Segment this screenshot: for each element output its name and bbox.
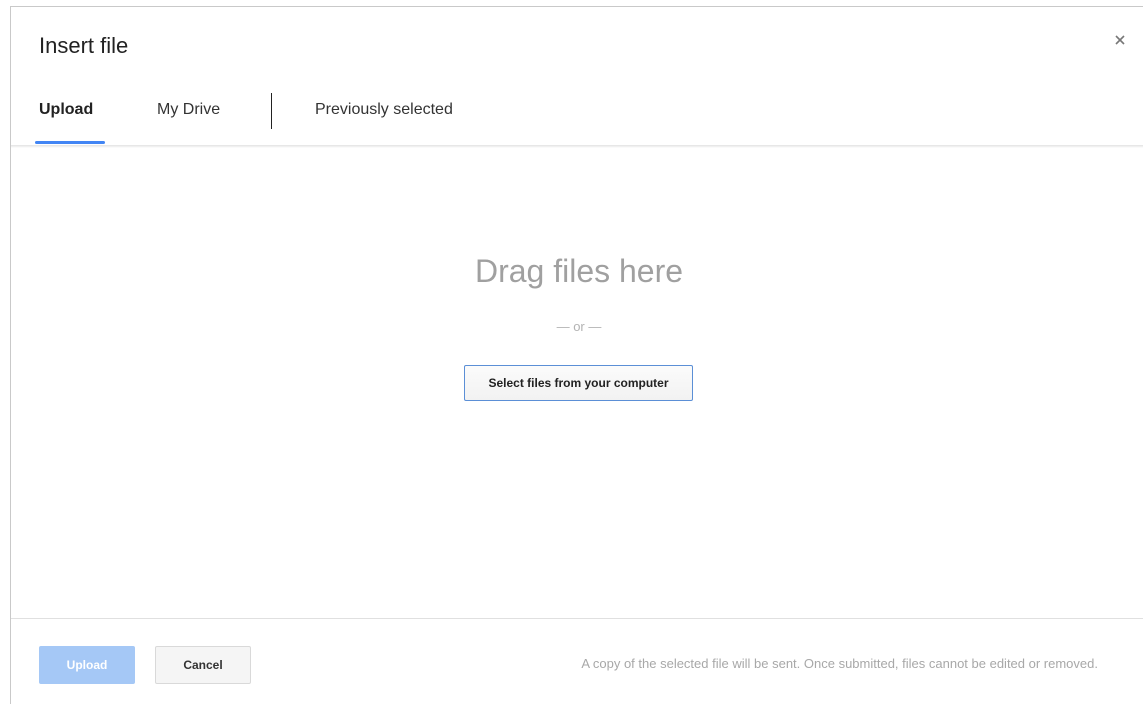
tab-previously-selected-label: Previously selected (315, 101, 453, 118)
close-button[interactable] (1113, 33, 1127, 47)
tab-previously-selected[interactable]: Previously selected (315, 101, 453, 119)
dialog-title: Insert file (39, 33, 129, 58)
tab-my-drive-label: My Drive (157, 101, 221, 118)
tab-bar-shadow (11, 145, 1143, 148)
close-icon (1115, 35, 1125, 45)
cancel-button[interactable]: Cancel (155, 646, 251, 684)
tab-divider (271, 93, 272, 129)
footer-note: A copy of the selected file will be sent… (581, 656, 1098, 671)
or-separator: — or — (556, 319, 602, 334)
tab-upload-label: Upload (39, 101, 94, 118)
insert-file-dialog: Insert file Upload My Drive Previously s… (10, 6, 1143, 704)
tab-upload[interactable]: Upload (39, 101, 93, 119)
active-tab-indicator (35, 141, 105, 144)
footer-divider (11, 618, 1143, 619)
select-files-button[interactable]: Select files from your computer (464, 365, 693, 401)
tab-bar: Upload My Drive Previously selected (11, 93, 1143, 145)
drag-files-heading: Drag files here (474, 253, 684, 289)
upload-button[interactable]: Upload (39, 646, 135, 684)
tab-my-drive[interactable]: My Drive (157, 101, 220, 119)
